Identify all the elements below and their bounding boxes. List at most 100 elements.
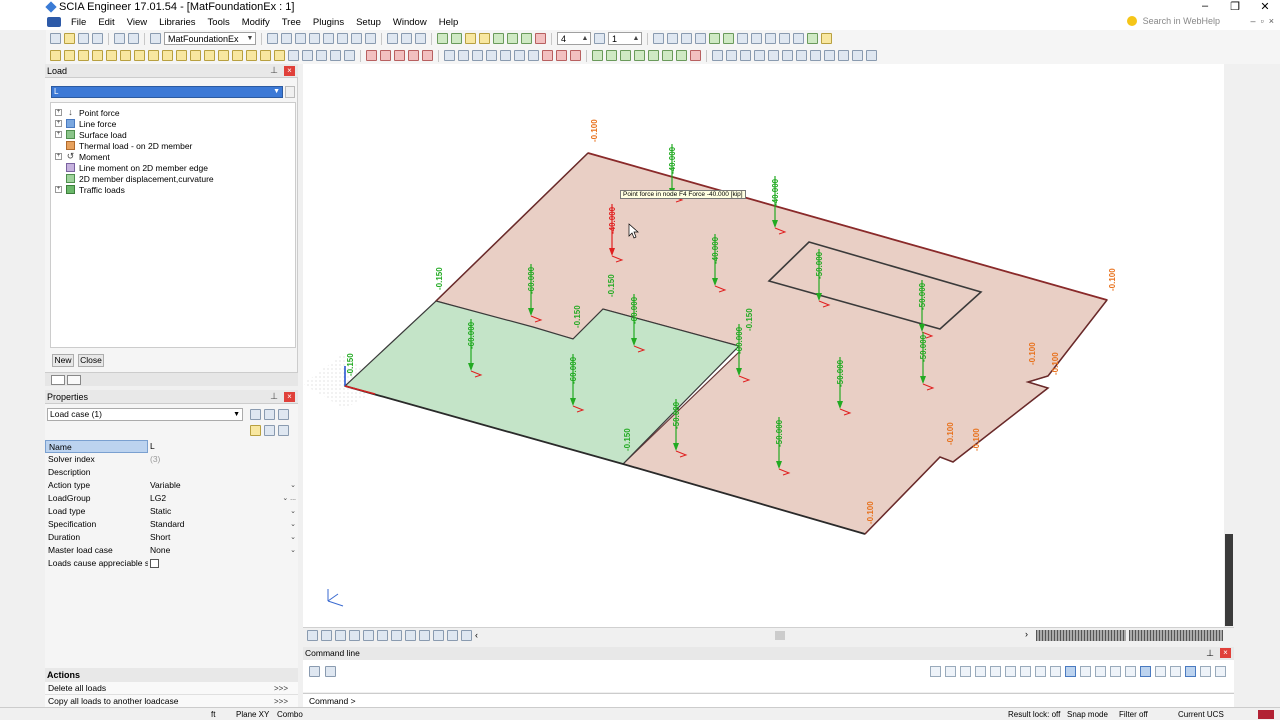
- view-axo-icon[interactable]: [695, 33, 706, 44]
- status-snap-mode[interactable]: Snap mode: [1067, 710, 1108, 719]
- close-icon[interactable]: ×: [284, 66, 295, 76]
- view-y-icon[interactable]: [667, 33, 678, 44]
- pan-icon[interactable]: [723, 33, 734, 44]
- snap-icon[interactable]: [945, 666, 956, 677]
- tool-icon-a5[interactable]: [106, 50, 117, 61]
- property-object-select[interactable]: Load case (1) ▼: [47, 408, 243, 421]
- snap-icon-9[interactable]: [556, 50, 567, 61]
- menu-help[interactable]: Help: [433, 17, 465, 28]
- close-icon[interactable]: ×: [284, 392, 295, 402]
- search-icon[interactable]: [278, 425, 289, 436]
- grid-view-icon[interactable]: [405, 630, 416, 641]
- menu-tools[interactable]: Tools: [202, 17, 236, 28]
- angle-icon[interactable]: [422, 50, 433, 61]
- display-icon-1[interactable]: [712, 50, 723, 61]
- stairs-icon[interactable]: [363, 630, 374, 641]
- pin-icon[interactable]: ⊥: [270, 391, 278, 402]
- status-ucs[interactable]: Current UCS: [1178, 710, 1224, 719]
- struct-icon-3[interactable]: [620, 50, 631, 61]
- shading-icon[interactable]: [351, 33, 362, 44]
- property-value[interactable]: Standard ⌄: [148, 518, 298, 531]
- snap-icon[interactable]: [1005, 666, 1016, 677]
- snap-icon[interactable]: [1200, 666, 1211, 677]
- snap-icon[interactable]: [960, 666, 971, 677]
- property-row-load-type[interactable]: Load type Static ⌄: [45, 505, 298, 518]
- grid-view-icon-4[interactable]: [447, 630, 458, 641]
- snap-icon[interactable]: [1155, 666, 1166, 677]
- expand-icon[interactable]: +: [55, 120, 62, 127]
- node-icon[interactable]: [451, 33, 462, 44]
- property-row-name[interactable]: Name L: [45, 440, 298, 453]
- rectangle-icon[interactable]: [394, 50, 405, 61]
- tree-item-point-force[interactable]: + ↓ Point force: [55, 107, 120, 118]
- menu-plugins[interactable]: Plugins: [307, 17, 350, 28]
- snap-icon[interactable]: [1185, 666, 1196, 677]
- tree-item-traffic-loads[interactable]: + Traffic loads: [55, 184, 125, 195]
- tool-icon-a11[interactable]: [190, 50, 201, 61]
- mdi-controls[interactable]: – ▫ ×: [1251, 16, 1274, 26]
- expand-icon[interactable]: +: [55, 109, 62, 116]
- snap-icon-5[interactable]: [500, 50, 511, 61]
- status-combo[interactable]: Combo: [277, 710, 303, 719]
- cursor-mode-icon[interactable]: [309, 666, 320, 677]
- struct-icon-8[interactable]: [690, 50, 701, 61]
- step-icon[interactable]: [594, 33, 605, 44]
- snap-icon[interactable]: [1110, 666, 1121, 677]
- pin-icon[interactable]: ⊥: [270, 65, 278, 76]
- select-icon[interactable]: [387, 33, 398, 44]
- property-row-duration[interactable]: Duration Short ⌄: [45, 531, 298, 544]
- tree-item-surface-load[interactable]: + Surface load: [55, 129, 127, 140]
- chevron-down-icon[interactable]: ⌄: [290, 505, 296, 518]
- menu-file[interactable]: File: [65, 17, 92, 28]
- chevron-down-icon[interactable]: ⌄ ...: [282, 492, 296, 505]
- property-row-sidesway[interactable]: Loads cause appreciable sid...: [45, 557, 298, 570]
- menu-view[interactable]: View: [121, 17, 153, 28]
- tool-icon-a12[interactable]: [204, 50, 215, 61]
- horizontal-scrollbar-thumb[interactable]: [775, 631, 785, 640]
- tool-icon-a22[interactable]: [344, 50, 355, 61]
- close-panel-button[interactable]: Close: [78, 354, 104, 367]
- render-icon[interactable]: [295, 33, 306, 44]
- display-icon-3[interactable]: [740, 50, 751, 61]
- spin-combo-1[interactable]: 4 ▲: [557, 32, 591, 45]
- property-row-description[interactable]: Description: [45, 466, 298, 479]
- display-icon-12[interactable]: [866, 50, 877, 61]
- feedback-smiley-icon[interactable]: [1126, 16, 1137, 26]
- view-z-icon[interactable]: [681, 33, 692, 44]
- load-case-edit-button[interactable]: [285, 86, 295, 98]
- brush-icon[interactable]: [250, 425, 261, 436]
- tool-icon-a15[interactable]: [246, 50, 257, 61]
- display-icon-7[interactable]: [796, 50, 807, 61]
- property-value[interactable]: Static ⌄: [148, 505, 298, 518]
- action-delete-all-loads[interactable]: Delete all loads >>>: [45, 682, 298, 695]
- spin-combo-2[interactable]: 1 ▲: [608, 32, 642, 45]
- snap-icon[interactable]: [975, 666, 986, 677]
- tree-item-thermal-load[interactable]: Thermal load - on 2D member: [55, 140, 192, 151]
- tool-icon-a3[interactable]: [78, 50, 89, 61]
- tool-icon-a7[interactable]: [134, 50, 145, 61]
- property-value[interactable]: Variable ⌄: [148, 479, 298, 492]
- struct-icon-2[interactable]: [606, 50, 617, 61]
- menu-setup[interactable]: Setup: [350, 17, 387, 28]
- property-value[interactable]: None ⌄: [148, 544, 298, 557]
- tool-icon-a4[interactable]: [92, 50, 103, 61]
- display-icon-5[interactable]: [768, 50, 779, 61]
- palette-icon[interactable]: [264, 425, 275, 436]
- scrollbar-thumb[interactable]: [1225, 534, 1233, 626]
- display-icon-10[interactable]: [838, 50, 849, 61]
- layer-icon[interactable]: [281, 33, 292, 44]
- property-value[interactable]: [148, 557, 298, 570]
- snap-icon[interactable]: [1095, 666, 1106, 677]
- expand-icon[interactable]: +: [55, 153, 62, 160]
- project-icon[interactable]: [150, 33, 161, 44]
- struct-icon-4[interactable]: [634, 50, 645, 61]
- snap-icon[interactable]: [930, 666, 941, 677]
- webhelp-search[interactable]: Search in WebHelp: [1126, 16, 1220, 26]
- struct-icon-6[interactable]: [662, 50, 673, 61]
- tool-icon-a21[interactable]: [330, 50, 341, 61]
- zoom-select-icon[interactable]: [401, 33, 412, 44]
- property-row-loadgroup[interactable]: LoadGroup LG2 ⌄ ...: [45, 492, 298, 505]
- load-case-select[interactable]: L ▼: [51, 86, 283, 98]
- property-row-master-load-case[interactable]: Master load case None ⌄: [45, 544, 298, 557]
- tree-item-line-moment[interactable]: Line moment on 2D member edge: [55, 162, 208, 173]
